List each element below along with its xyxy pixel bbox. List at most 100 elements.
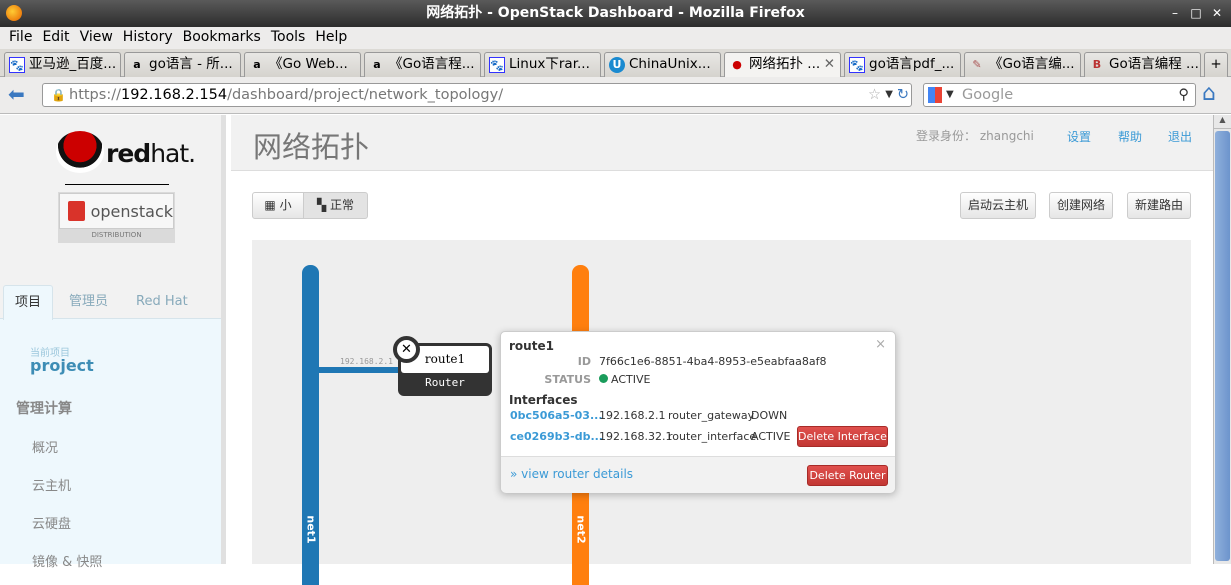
small-view-button[interactable]: ▦ 小 [252, 192, 304, 219]
menu-bar: File Edit View History Bookmarks Tools H… [0, 27, 1231, 49]
sidebar-item-volumes[interactable]: 云硬盘 [32, 513, 71, 532]
redhat-logo-text: redhat. [106, 139, 196, 168]
browser-tab[interactable]: 🐾 Linux下rar... [484, 52, 601, 77]
maximize-icon[interactable]: □ [1189, 6, 1203, 20]
tab-label: Go语言编程 ... [1109, 56, 1199, 72]
sidebar-item-images[interactable]: 镜像 & 快照 [32, 551, 102, 570]
menu-view[interactable]: View [75, 27, 118, 49]
lock-icon: 🔒 [51, 88, 66, 102]
jb-icon: B [1092, 58, 1102, 71]
menu-bookmarks[interactable]: Bookmarks [178, 27, 266, 49]
create-router-button[interactable]: 新建路由 [1127, 192, 1191, 219]
sidebar: redhat. openstack DISTRIBUTION 项目 管理员 Re… [0, 115, 226, 570]
scroll-up-icon[interactable]: ▲ [1214, 115, 1231, 129]
page-title: 网络拓扑 [253, 130, 370, 164]
window-titlebar: 网络拓扑 - OpenStack Dashboard - Mozilla Fir… [0, 0, 1231, 27]
normal-label: 正常 [330, 198, 355, 212]
section-compute[interactable]: 管理计算 [16, 398, 72, 418]
help-link[interactable]: 帮助 [1118, 128, 1142, 145]
create-network-button[interactable]: 创建网络 [1049, 192, 1113, 219]
interfaces-heading: Interfaces [509, 393, 578, 407]
browser-tab[interactable]: U ChinaUnix... [604, 52, 721, 77]
delete-router-button[interactable]: Delete Router [807, 465, 888, 486]
amazon-icon: a [133, 58, 141, 71]
search-placeholder: Google [962, 87, 1014, 103]
interface-link[interactable]: 0bc506a5-03... [510, 409, 603, 422]
minimize-icon[interactable]: – [1168, 6, 1182, 20]
id-label: ID [577, 355, 591, 368]
close-popup-icon[interactable]: × [875, 337, 886, 352]
link-ip-label: 192.168.2.1 [340, 357, 393, 366]
grid-large-icon: ▚ [316, 198, 327, 212]
popup-title: route1 [509, 339, 554, 353]
redhat-logo-icon [56, 131, 104, 173]
router-status: ACTIVE [611, 373, 651, 386]
search-input[interactable]: ▼ Google ⚲ [923, 83, 1196, 107]
reload-icon[interactable]: ↻ [897, 84, 909, 106]
close-tab-icon[interactable]: ✕ [824, 53, 835, 76]
tab-bar: 🐾 亚马逊_百度... a go语言 - 所... a 《Go Web... a 《Go… [0, 49, 1231, 77]
browser-tab[interactable]: a go语言 - 所... [124, 52, 241, 77]
launch-instance-button[interactable]: 启动云主机 [960, 192, 1036, 219]
chevron-down-icon[interactable]: ▼ [946, 84, 954, 106]
browser-tab-active[interactable]: ● 网络拓扑 ... ✕ [724, 52, 841, 77]
paw-icon: 🐾 [9, 57, 25, 73]
normal-view-button[interactable]: ▚ 正常 [303, 192, 368, 219]
delete-interface-button[interactable]: Delete Interface [797, 426, 888, 447]
status-dot-icon [599, 374, 608, 383]
tab-admin[interactable]: 管理员 [69, 285, 108, 319]
browser-tab[interactable]: 🐾 亚马逊_百度... [4, 52, 121, 77]
firefox-icon [6, 5, 22, 21]
menu-help[interactable]: Help [310, 27, 352, 49]
back-arrow-icon[interactable]: ⬅ [8, 84, 25, 104]
tab-redhat[interactable]: Red Hat [136, 285, 188, 319]
username: zhangchi [979, 129, 1034, 143]
menu-edit[interactable]: Edit [37, 27, 74, 49]
menu-history[interactable]: History [118, 27, 178, 49]
binoculars-icon[interactable]: ⚲ [1178, 84, 1189, 106]
book-icon: ✎ [972, 58, 982, 71]
tab-label: 《Go语言程... [389, 56, 475, 72]
grid-small-icon: ▦ [264, 198, 276, 212]
interface-status: DOWN [751, 409, 788, 422]
sidebar-item-instances[interactable]: 云主机 [32, 475, 71, 494]
sidebar-item-overview[interactable]: 概况 [32, 437, 58, 456]
amazon-icon: a [253, 58, 261, 71]
interface-link[interactable]: ce0269b3-db... [510, 430, 603, 443]
browser-tab[interactable]: 🐾 go语言pdf_... [844, 52, 961, 77]
tab-label: 亚马逊_百度... [29, 56, 117, 72]
tab-label: 网络拓扑 ... [749, 56, 821, 72]
browser-tab[interactable]: B Go语言编程 ... [1084, 52, 1201, 77]
chinaunix-icon: U [609, 57, 625, 73]
openstack-text: openstack [90, 201, 173, 221]
browser-tab[interactable]: a 《Go Web... [244, 52, 361, 77]
close-window-icon[interactable]: ✕ [1210, 6, 1224, 20]
current-project[interactable]: project [30, 356, 94, 375]
tab-project[interactable]: 项目 [3, 285, 53, 320]
browser-tab[interactable]: ✎ 《Go语言编... [964, 52, 1081, 77]
openstack-logo: openstack DISTRIBUTION [58, 192, 175, 243]
network-net1[interactable]: net1 [302, 265, 319, 585]
tab-label: ChinaUnix... [629, 56, 711, 72]
google-icon [928, 87, 942, 103]
distribution-label: DISTRIBUTION [91, 231, 142, 239]
vertical-scrollbar[interactable]: ▲ [1213, 115, 1231, 564]
menu-tools[interactable]: Tools [266, 27, 311, 49]
router-popup: route1 × ID 7f66c1e6-8851-4ba4-8953-e5ea… [500, 331, 896, 493]
paw-icon: 🐾 [489, 57, 505, 73]
new-tab-button[interactable]: + [1204, 52, 1228, 77]
redhat-icon: ● [732, 58, 742, 71]
chevron-down-icon[interactable]: ▼ [885, 84, 893, 106]
interface-type: router_gateway [668, 409, 755, 422]
menu-file[interactable]: File [4, 27, 37, 49]
scrollbar-thumb[interactable] [1215, 131, 1230, 561]
popup-footer: » view router details Delete Router [501, 456, 895, 493]
home-icon[interactable]: ⌂ [1202, 82, 1216, 106]
settings-link[interactable]: 设置 [1067, 128, 1091, 145]
tab-label: 《Go语言编... [989, 56, 1075, 72]
url-bar[interactable]: 🔒 https://192.168.2.154/dashboard/projec… [42, 83, 912, 107]
logout-link[interactable]: 退出 [1168, 128, 1192, 145]
bookmark-star-icon[interactable]: ☆ [868, 84, 881, 106]
view-router-details-link[interactable]: » view router details [510, 467, 633, 481]
browser-tab[interactable]: a 《Go语言程... [364, 52, 481, 77]
